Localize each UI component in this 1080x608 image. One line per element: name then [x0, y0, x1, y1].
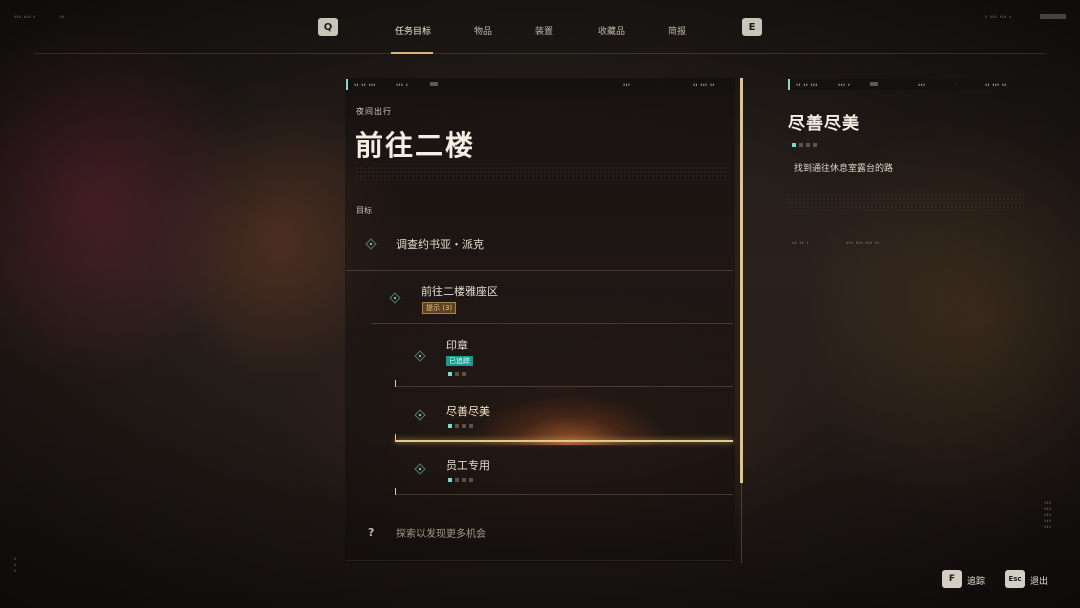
divider-bracket — [395, 380, 396, 387]
progress-pip — [462, 478, 466, 482]
progress-pip — [448, 478, 452, 482]
track-label: 追踪 — [967, 577, 986, 587]
divider-bracket — [395, 488, 396, 495]
exit-key[interactable]: Esc — [1005, 570, 1025, 588]
detail-progress — [792, 143, 817, 147]
prev-tab-key[interactable]: Q — [318, 18, 338, 36]
divider — [346, 270, 733, 271]
progress-pip — [455, 372, 459, 376]
objective-label: 尽善尽美 — [446, 405, 490, 418]
progress-pip — [448, 372, 452, 376]
progress-pip — [806, 143, 810, 147]
progress-pip — [448, 424, 452, 428]
tab-collectibles[interactable]: 收藏品 — [598, 24, 625, 37]
decorative-dot-grid — [355, 166, 727, 183]
detail-hud-text: ▮▮ ▮▮ ▮ — [792, 240, 809, 245]
progress-pip — [799, 143, 803, 147]
objective-label: 员工专用 — [446, 459, 490, 472]
divider — [395, 386, 733, 387]
mission-subtitle: 夜间出行 — [356, 107, 392, 116]
objective-progress — [448, 372, 466, 376]
tab-briefing[interactable]: 简报 — [668, 24, 686, 37]
objective-progress — [448, 424, 473, 428]
corner-hud-text: ▮▮ — [60, 14, 65, 19]
progress-pip — [813, 143, 817, 147]
decorative-dot-grid — [786, 193, 1024, 211]
tracked-badge: 已追踪 — [446, 356, 473, 366]
progress-pip — [455, 424, 459, 428]
objective-progress — [448, 478, 473, 482]
objective-label: 调查约书亚・派克 — [396, 238, 484, 251]
progress-pip — [462, 372, 466, 376]
scrollbar-thumb[interactable] — [740, 78, 743, 483]
hint-count-badge: 提示 (3) — [422, 302, 457, 314]
selection-underline — [395, 440, 733, 442]
scrollbar-track[interactable] — [741, 483, 742, 563]
corner-hud-text: ▮ ▮▮▮ ▮▮▮ ▮ — [985, 14, 1012, 19]
question-icon: ? — [368, 526, 375, 539]
selection-glow — [470, 395, 670, 445]
nav-divider — [35, 53, 1045, 54]
progress-pip — [792, 143, 796, 147]
detail-info-bar: ▮▮ ▮▮ ▮▮▮ ▮▮▮ ▮ ▮▮▮ - ▮▮ ▮▮▮ ▮▮ — [788, 79, 1026, 90]
tab-objectives[interactable]: 任务目标 — [395, 24, 431, 37]
explore-hint-text: 探索以发现更多机会 — [396, 529, 486, 540]
progress-pip — [469, 478, 473, 482]
panel-info-bar: ▮▮ ▮▮ ▮▮▮ ▮▮▮ ▮ ▮▮▮ - ▮▮ ▮▮▮ ▮▮ — [346, 79, 734, 90]
tab-devices[interactable]: 装置 — [535, 24, 553, 37]
progress-pip — [469, 424, 473, 428]
progress-pip — [462, 424, 466, 428]
exit-label: 退出 — [1030, 577, 1049, 587]
progress-pip — [455, 478, 459, 482]
objectives-section-label: 目标 — [356, 206, 372, 215]
tab-items[interactable]: 物品 — [474, 24, 492, 37]
divider — [371, 323, 733, 324]
detail-title: 尽善尽美 — [788, 114, 860, 134]
next-tab-key[interactable]: E — [742, 18, 762, 36]
corner-hud-bar — [1040, 14, 1066, 19]
corner-hud-text: ▮▮▮ ▮▮▮ ▮ — [14, 14, 36, 19]
divider — [395, 494, 733, 495]
corner-hud-ticks: ▮ ▮ ▮ — [14, 556, 17, 573]
corner-hud-ticks: ▮▮▮ ▮▮▮ ▮▮▮ ▮▮▮ ▮▮▮ — [1044, 500, 1052, 529]
track-key[interactable]: F — [942, 570, 962, 588]
detail-hud-text: ▮▮▮ ▮▮▮ ▮▮▮ ▮▮ — [846, 240, 880, 245]
mission-title: 前往二楼 — [355, 129, 476, 162]
divider — [346, 560, 733, 561]
objective-label: 印章 — [446, 339, 468, 352]
objective-label: 前往二楼雅座区 — [421, 285, 498, 298]
detail-description: 找到通往休息室露台的路 — [794, 164, 894, 174]
